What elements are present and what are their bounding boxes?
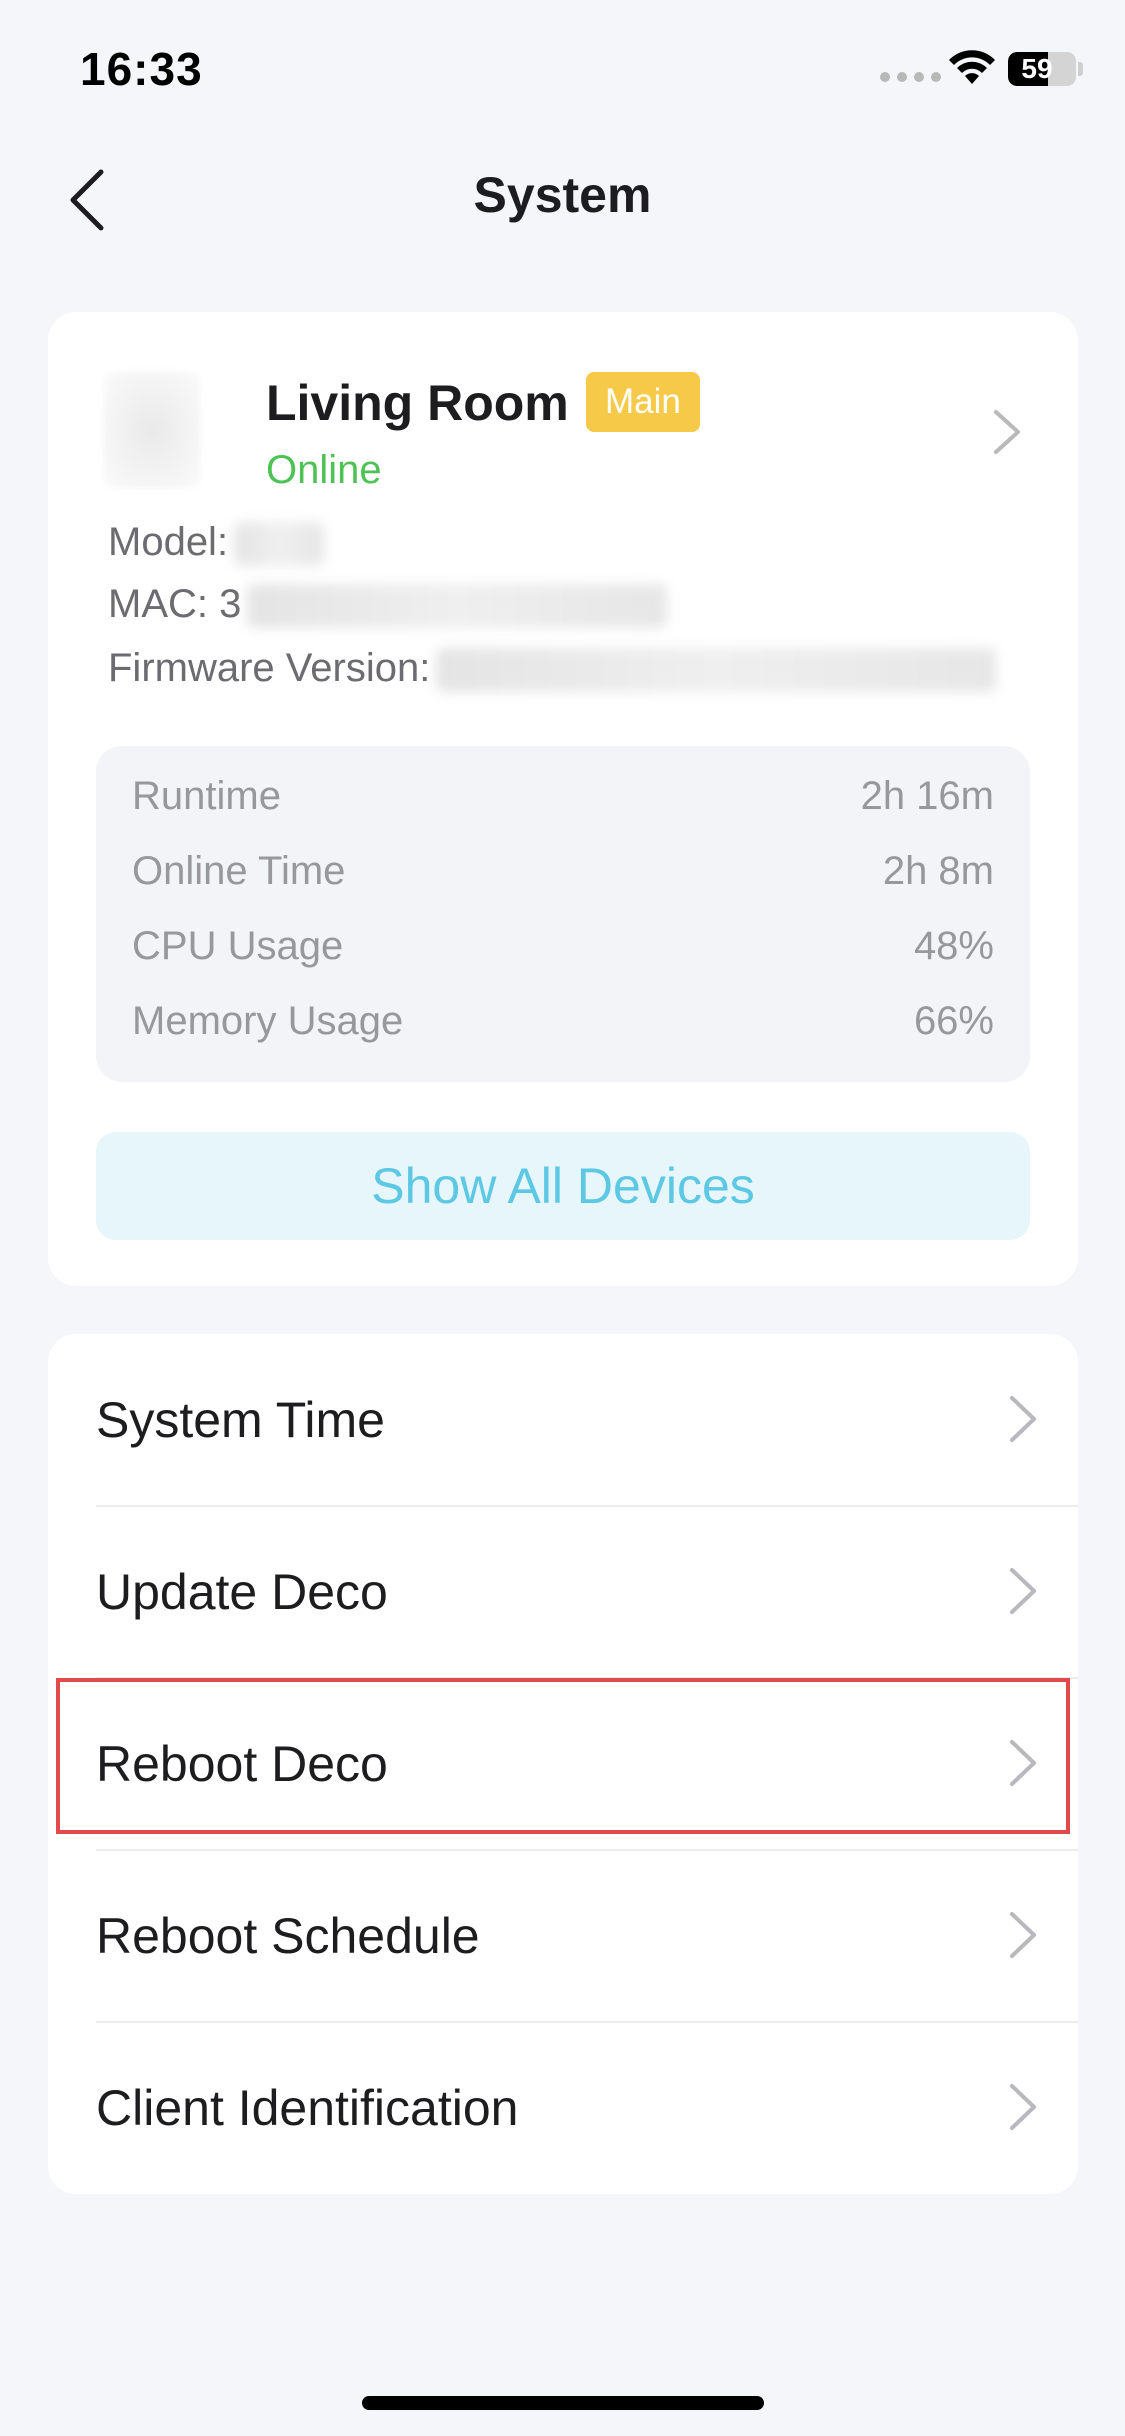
- chevron-right-icon: [1010, 1568, 1036, 1614]
- battery-level: 59: [1021, 53, 1053, 84]
- chevron-right-icon: [1010, 1396, 1036, 1442]
- mac-label: MAC: 3: [108, 582, 242, 626]
- redacted-model: [234, 522, 325, 567]
- menu-item-reboot-deco[interactable]: Reboot Deco: [48, 1678, 1078, 1850]
- battery-icon: 59: [1008, 52, 1076, 86]
- device-detail-button[interactable]: [992, 408, 1022, 461]
- chevron-right-icon: [1010, 2084, 1036, 2130]
- stat-label: Online Time: [132, 849, 346, 893]
- system-menu: System Time Update Deco Reboot Deco Rebo…: [48, 1334, 1078, 2194]
- menu-item-reboot-schedule[interactable]: Reboot Schedule: [48, 1850, 1078, 2022]
- battery-tip: [1078, 62, 1083, 76]
- home-indicator: [362, 2396, 764, 2410]
- stat-label: Memory Usage: [132, 999, 404, 1043]
- model-info: Model:: [108, 520, 325, 567]
- stat-label: Runtime: [132, 774, 281, 818]
- model-label: Model:: [108, 520, 229, 564]
- stat-value: 66%: [913, 999, 994, 1043]
- device-name: Living Room: [266, 375, 569, 431]
- stat-value: 2h 8m: [882, 849, 994, 893]
- show-all-devices-button[interactable]: Show All Devices: [96, 1132, 1030, 1240]
- device-card: Living Room Main Online Model: MAC: 3 Fi…: [48, 312, 1078, 1286]
- stat-value: 48%: [913, 924, 994, 968]
- device-image: [104, 372, 200, 488]
- signal-dots-icon: [880, 72, 941, 82]
- device-stats: Runtime 2h 16m Online Time 2h 8m CPU Usa…: [96, 746, 1030, 1082]
- firmware-label: Firmware Version:: [108, 646, 431, 690]
- menu-item-label: Reboot Schedule: [96, 1908, 480, 1964]
- chevron-right-icon: [994, 410, 1020, 454]
- redacted-firmware: [436, 648, 997, 693]
- wifi-icon: [949, 50, 995, 84]
- chevron-right-icon: [1010, 1912, 1036, 1958]
- mac-info: MAC: 3: [108, 582, 668, 629]
- firmware-info: Firmware Version:: [108, 646, 997, 693]
- menu-item-client-identification[interactable]: Client Identification: [48, 2022, 1078, 2194]
- menu-item-system-time[interactable]: System Time: [48, 1334, 1078, 1506]
- main-badge: Main: [586, 372, 700, 432]
- menu-item-label: Update Deco: [96, 1564, 388, 1620]
- menu-item-update-deco[interactable]: Update Deco: [48, 1506, 1078, 1678]
- status-bar: 16:33 59: [0, 0, 1125, 140]
- status-time: 16:33: [80, 43, 203, 95]
- device-status: Online: [266, 448, 382, 492]
- menu-item-label: Client Identification: [96, 2080, 519, 2136]
- redacted-mac: [247, 584, 668, 629]
- menu-item-label: Reboot Deco: [96, 1736, 388, 1792]
- stat-label: CPU Usage: [132, 924, 344, 968]
- page-title: System: [473, 167, 652, 223]
- menu-item-label: System Time: [96, 1392, 385, 1448]
- stat-value: 2h 16m: [860, 774, 994, 818]
- chevron-right-icon: [1010, 1740, 1036, 1786]
